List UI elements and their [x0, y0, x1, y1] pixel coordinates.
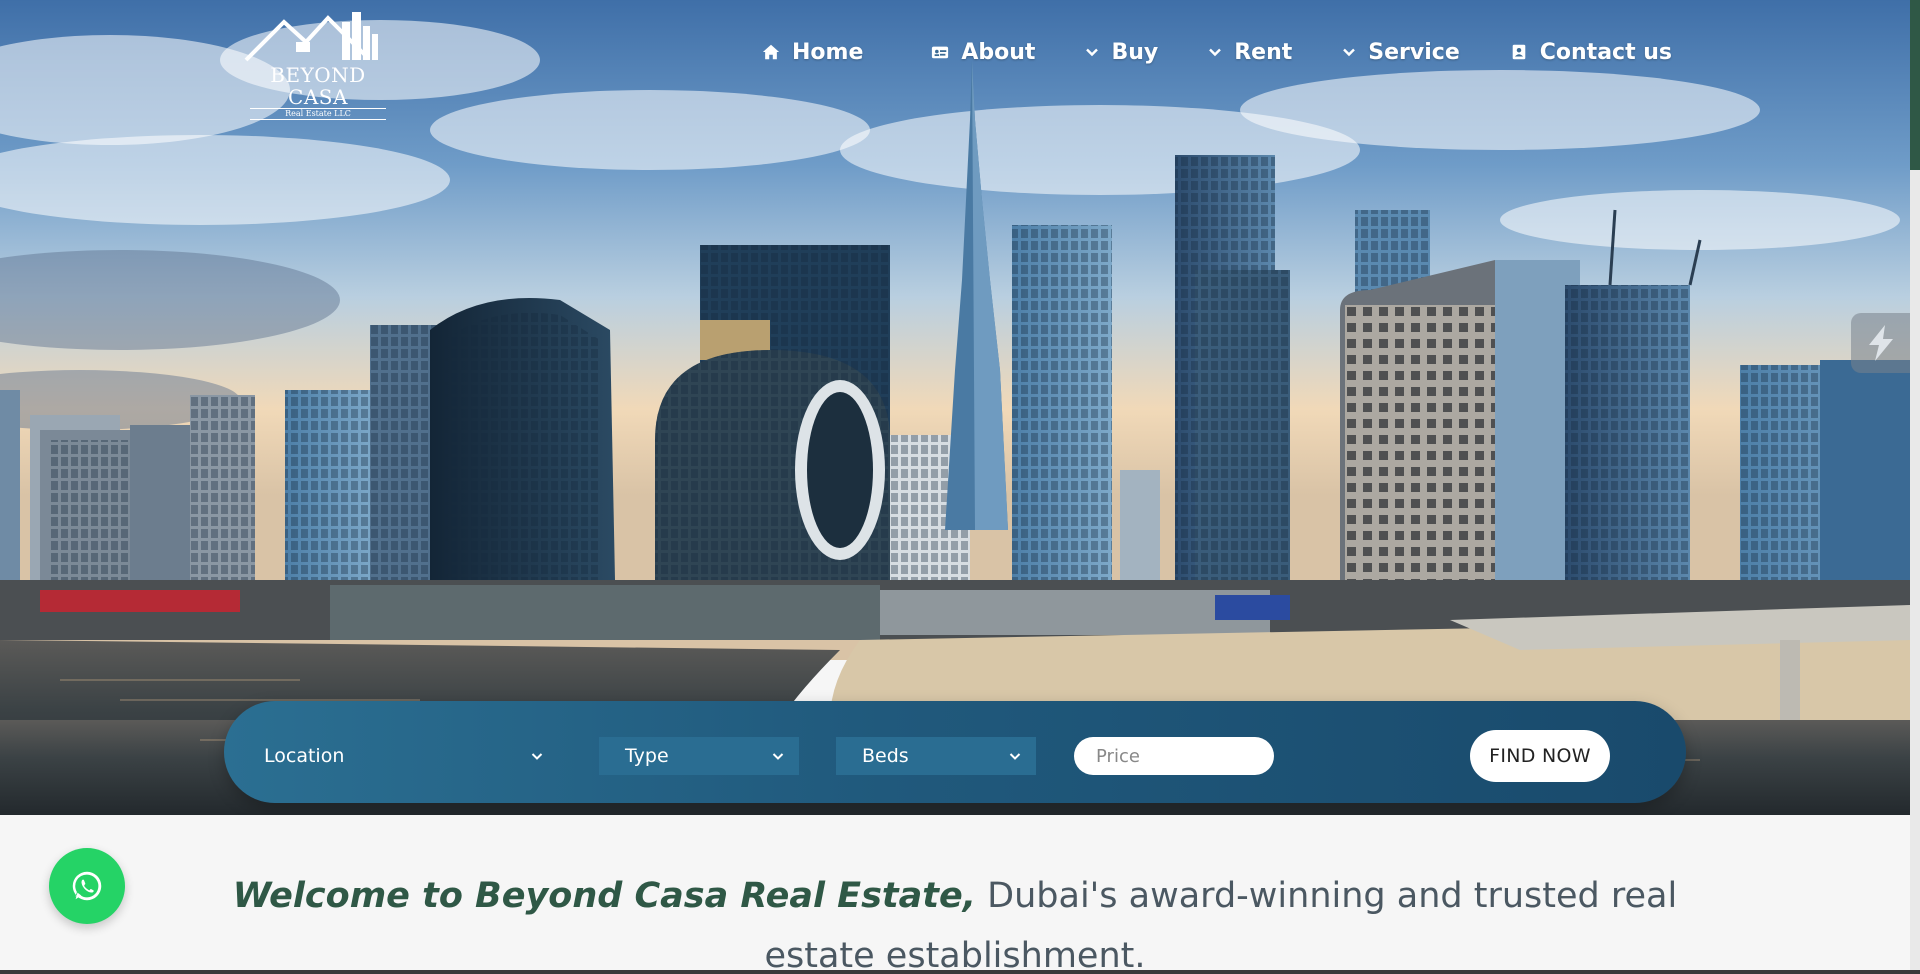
price-input[interactable] [1074, 737, 1274, 775]
brand-name: BEYOND CASA [270, 63, 366, 109]
nav-rent[interactable]: Rent [1208, 40, 1292, 65]
brand-tagline: Real Estate LLC [250, 108, 386, 120]
find-now-button[interactable]: FIND NOW [1470, 730, 1610, 782]
chevron-down-icon [1343, 48, 1356, 57]
home-icon [760, 41, 782, 63]
nav-about[interactable]: About [929, 40, 1035, 65]
nav-rent-label: Rent [1234, 39, 1293, 65]
nav-service-label: Service [1368, 39, 1460, 65]
whatsapp-icon [72, 871, 102, 901]
location-select[interactable]: Location [238, 737, 558, 775]
location-select-label: Location [264, 745, 345, 767]
page: BEYOND CASA Real Estate LLC Home About B… [0, 0, 1920, 974]
id-card-icon [929, 41, 951, 63]
house-skyline-logo-icon [244, 12, 378, 62]
side-widget-button[interactable] [1851, 313, 1910, 373]
address-book-icon [1508, 41, 1530, 63]
chevron-down-icon [531, 753, 543, 760]
brand-logo[interactable]: BEYOND CASA Real Estate LLC [238, 8, 398, 120]
beds-select[interactable]: Beds [836, 737, 1036, 775]
chevron-down-icon [1086, 48, 1099, 57]
chevron-down-icon [1009, 753, 1021, 760]
welcome-highlight: Welcome to Beyond Casa Real Estate, [232, 876, 977, 916]
nav-service[interactable]: Service [1342, 39, 1460, 65]
hero-skyline-image [0, 0, 1910, 815]
nav-contact[interactable]: Contact us [1508, 40, 1672, 65]
nav-contact-label: Contact us [1539, 39, 1673, 65]
chevron-down-icon [772, 753, 784, 760]
nav-home-label: Home [792, 39, 864, 65]
nav-buy-label: Buy [1111, 39, 1159, 65]
scrollbar-accent [1910, 0, 1920, 170]
nav-home[interactable]: Home [760, 40, 863, 65]
type-select[interactable]: Type [599, 737, 799, 775]
nav-buy[interactable]: Buy [1085, 40, 1158, 65]
scrollbar-track[interactable] [1910, 170, 1920, 974]
lightning-icon [1869, 325, 1893, 361]
type-select-label: Type [625, 745, 669, 767]
bottom-edge [0, 970, 1920, 974]
nav-about-label: About [961, 39, 1036, 65]
beds-select-label: Beds [862, 745, 909, 767]
whatsapp-button[interactable] [49, 848, 125, 924]
main-nav: Home About Buy Rent Service Contact us [760, 30, 1672, 74]
welcome-text: Welcome to Beyond Casa Real Estate, Duba… [180, 866, 1730, 974]
chevron-down-icon [1209, 48, 1222, 57]
hero-banner: BEYOND CASA Real Estate LLC Home About B… [0, 0, 1910, 815]
property-search-bar: Location Type Beds FIND NOW [224, 701, 1686, 803]
